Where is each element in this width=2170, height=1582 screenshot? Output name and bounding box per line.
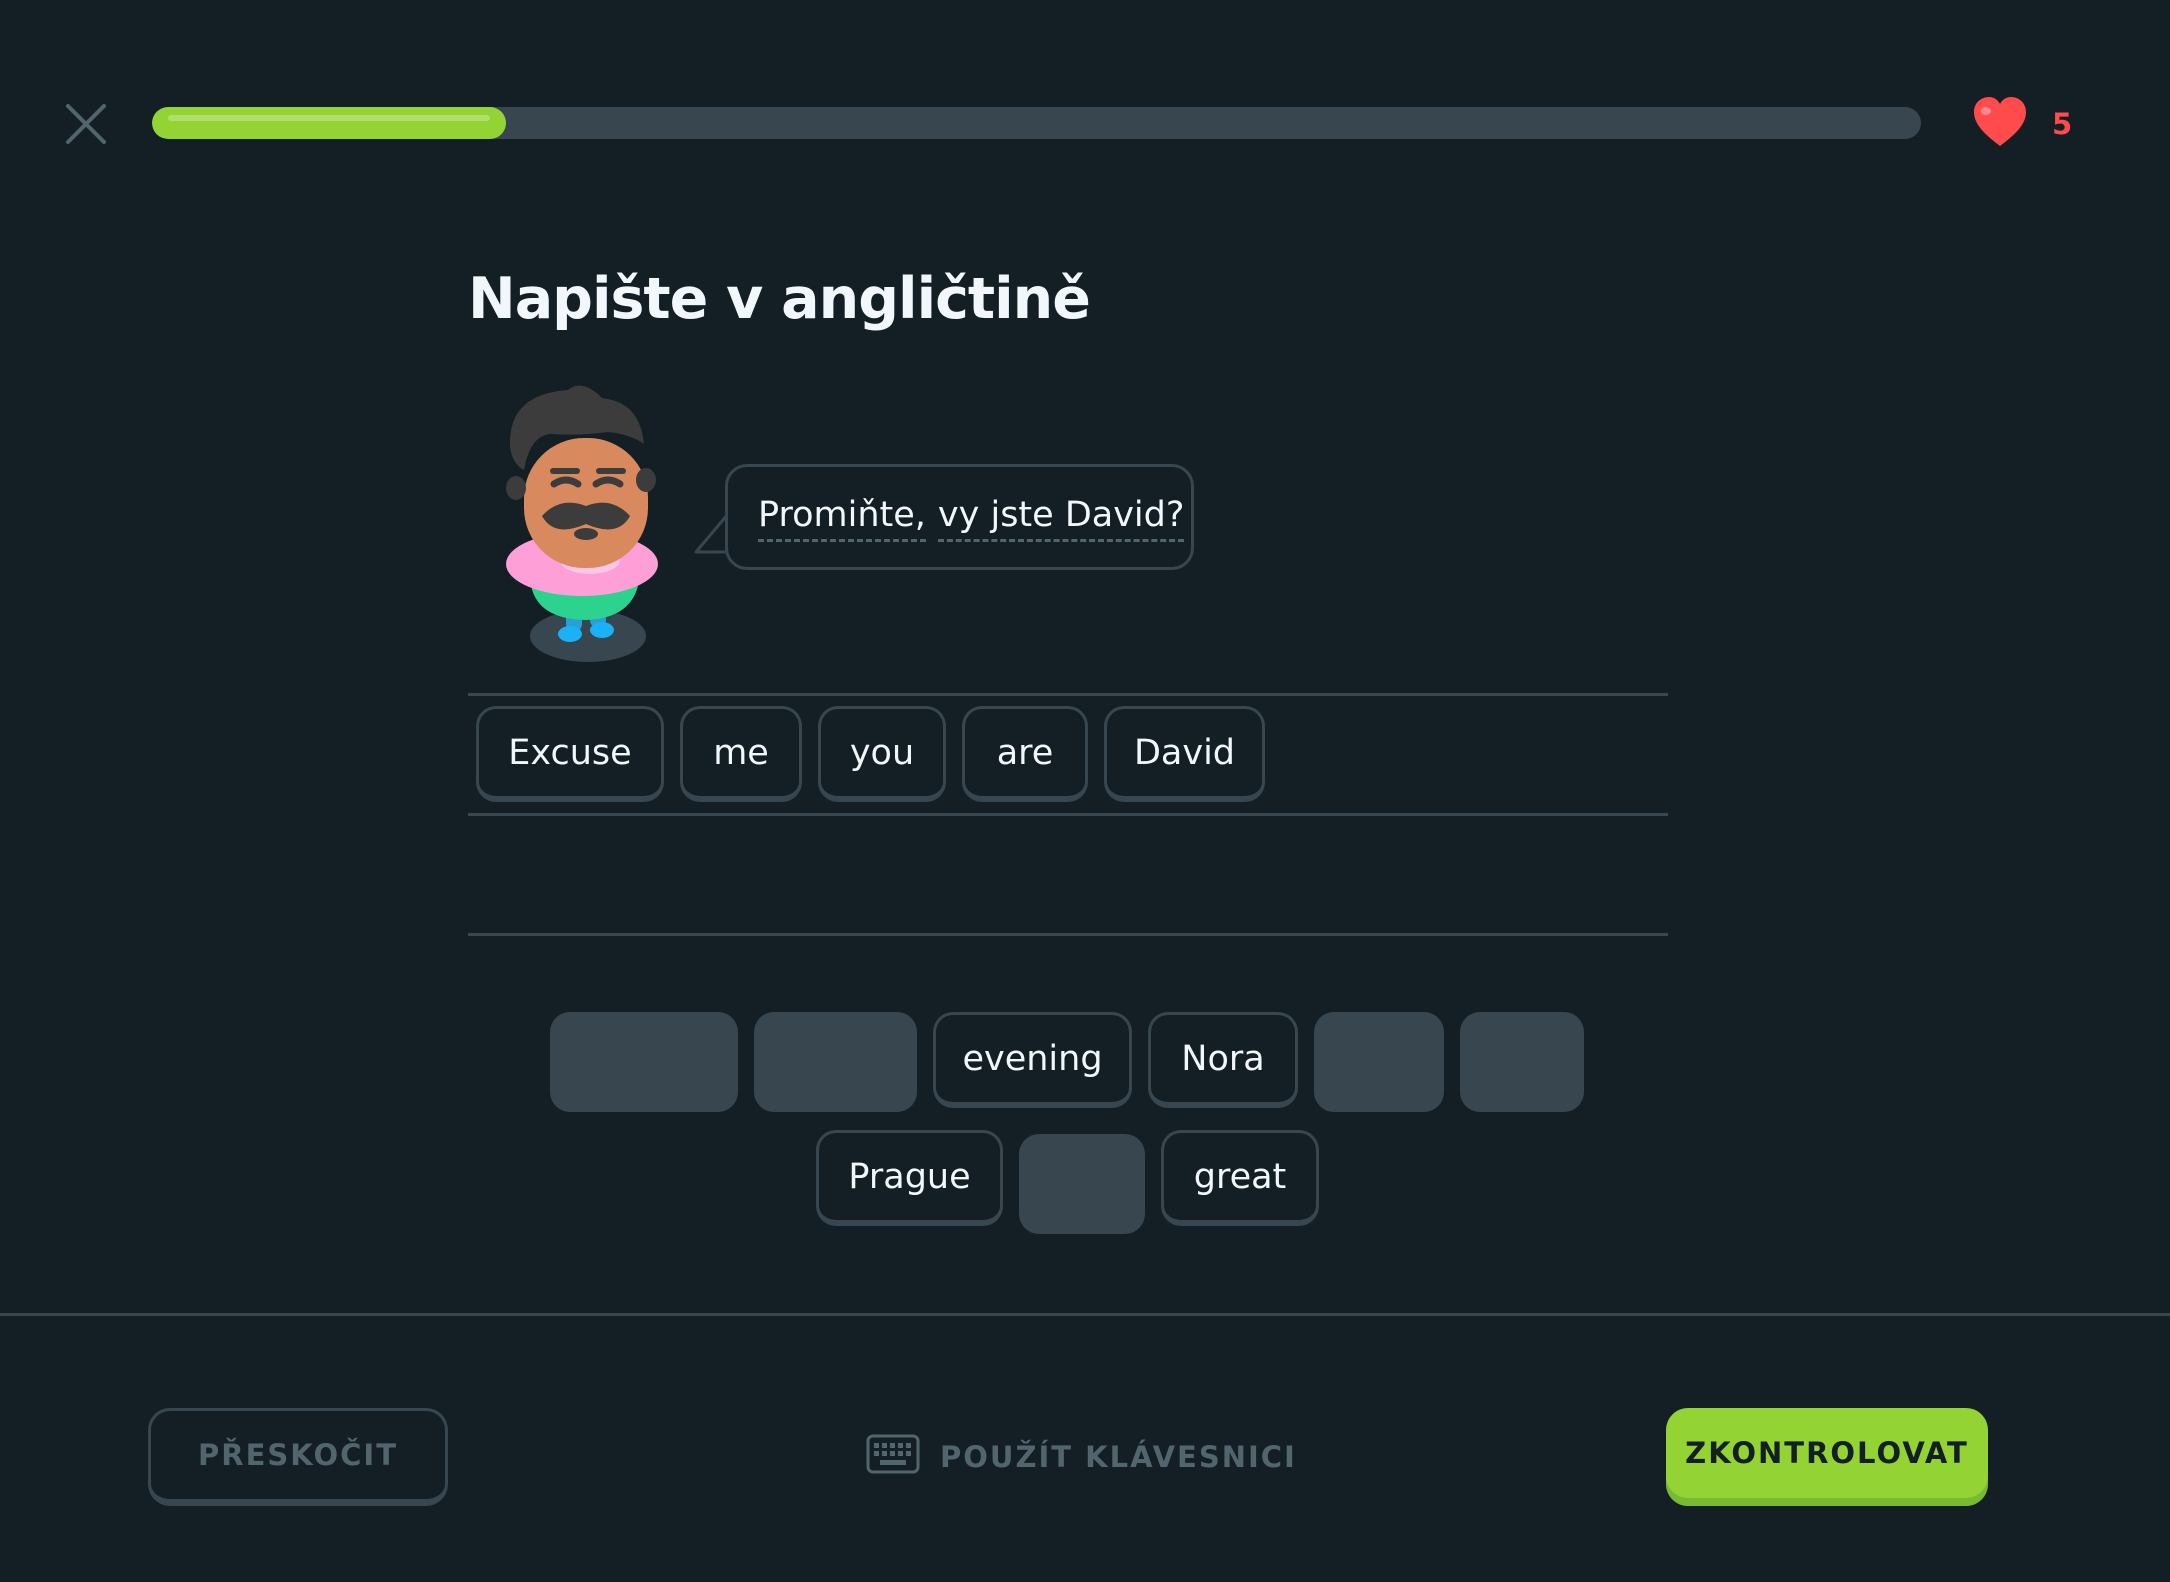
word-bank-empty-slot — [754, 1012, 917, 1112]
lesson-progress-bar — [152, 107, 1921, 139]
answer-word-tile[interactable]: David — [1104, 706, 1265, 802]
heart-icon — [1972, 96, 2028, 152]
prompt-sentence: Promiňte, vy jste David? — [758, 495, 1185, 542]
word-bank-empty-slot — [550, 1012, 738, 1112]
word-bank-tile[interactable]: Nora — [1148, 1012, 1298, 1108]
word-bank-tile[interactable]: evening — [933, 1012, 1132, 1108]
answer-word-tile[interactable]: are — [962, 706, 1088, 802]
hearts-counter[interactable]: 5 — [1972, 96, 2073, 152]
skip-button[interactable]: PŘESKOČIT — [148, 1408, 448, 1506]
word-bank-empty-slot — [1314, 1012, 1444, 1112]
answer-line-top — [468, 693, 1668, 696]
answer-line-middle — [468, 813, 1668, 816]
answer-word-tile[interactable]: you — [818, 706, 946, 802]
exercise-title: Napište v angličtině — [468, 266, 1091, 332]
word-bank-row: Prague great — [816, 1130, 1319, 1234]
prompt-speech-bubble: Promiňte, vy jste David? — [725, 464, 1194, 570]
use-keyboard-label: POUŽÍT KLÁVESNICI — [940, 1440, 1297, 1474]
word-bank-tile[interactable]: Prague — [816, 1130, 1003, 1226]
answer-area: Excuse me you are David — [476, 706, 1265, 802]
keyboard-icon — [866, 1434, 920, 1481]
answer-word-tile[interactable]: Excuse — [476, 706, 664, 802]
word-bank-tile[interactable]: great — [1161, 1130, 1319, 1226]
answer-word-tile[interactable]: me — [680, 706, 802, 802]
answer-line-bottom — [468, 933, 1668, 936]
progress-shine — [168, 115, 490, 121]
close-icon[interactable] — [62, 100, 110, 148]
lesson-progress-fill — [152, 107, 506, 139]
word-bank-row: evening Nora — [550, 1012, 1584, 1112]
check-button[interactable]: ZKONTROLOVAT — [1666, 1408, 1988, 1506]
footer-divider — [0, 1313, 2170, 1316]
word-bank-empty-slot — [1019, 1134, 1145, 1234]
character-illustration — [490, 384, 670, 674]
prompt-word[interactable]: Promiňte, — [758, 495, 926, 542]
use-keyboard-button[interactable]: POUŽÍT KLÁVESNICI — [866, 1432, 1297, 1482]
hearts-count: 5 — [2052, 107, 2073, 141]
prompt-word[interactable]: vy jste David? — [937, 495, 1185, 542]
word-bank-empty-slot — [1460, 1012, 1584, 1112]
